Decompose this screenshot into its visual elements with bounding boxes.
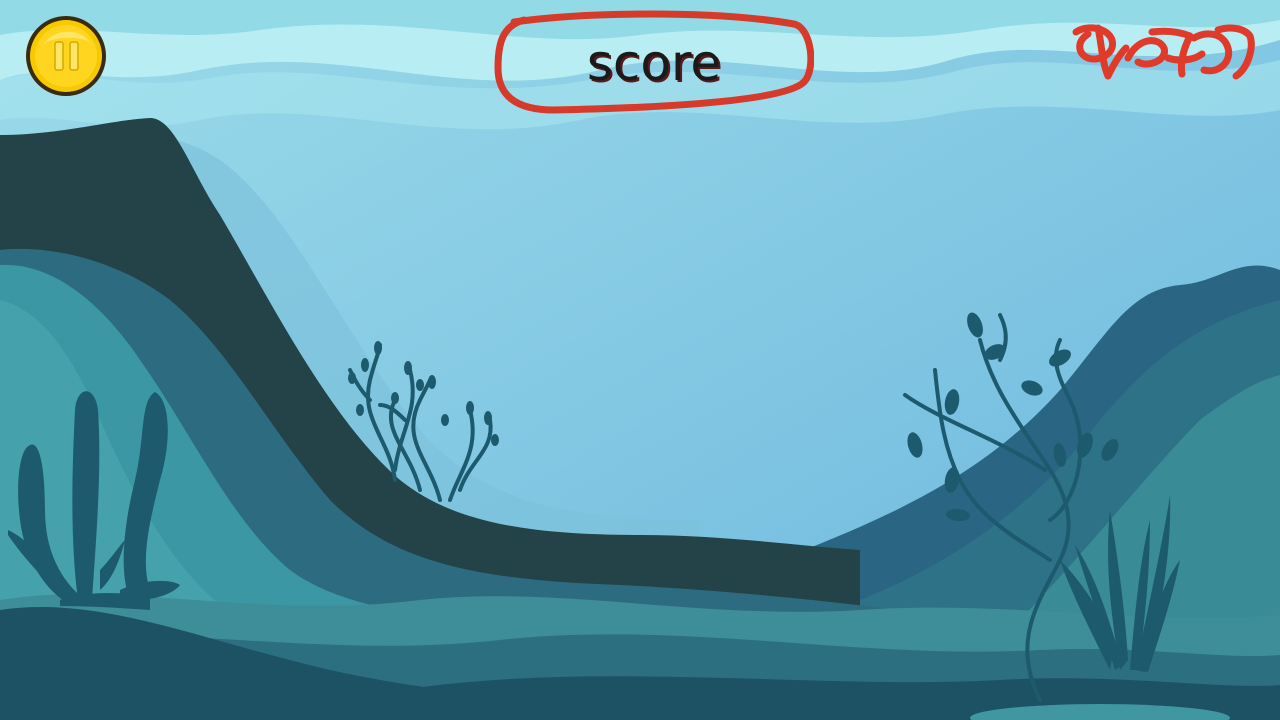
lives-scribble bbox=[1068, 18, 1258, 88]
red-scribble-icon bbox=[1072, 24, 1255, 80]
pause-icon bbox=[26, 16, 106, 96]
score-display: score bbox=[494, 10, 814, 118]
score-label: score bbox=[586, 34, 722, 92]
pause-button[interactable] bbox=[24, 14, 108, 98]
